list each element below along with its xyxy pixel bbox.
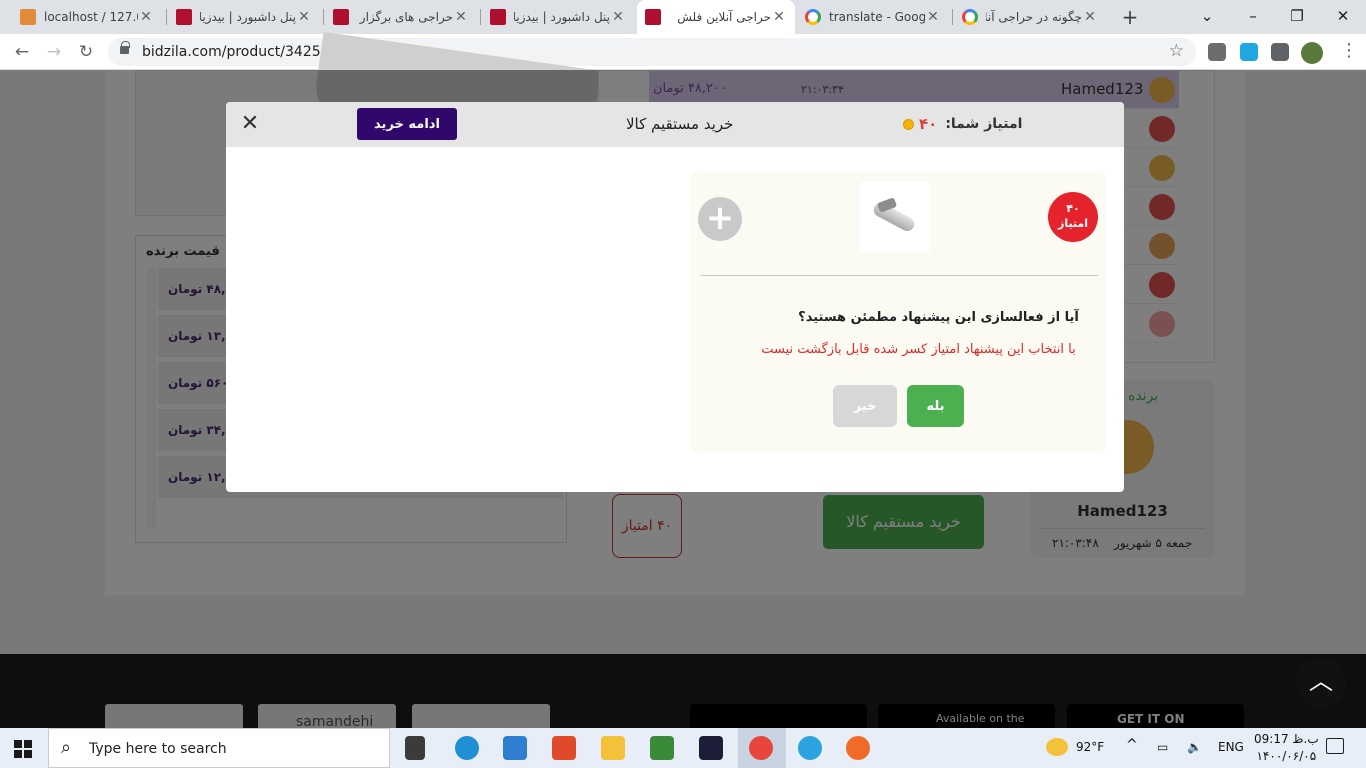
extension-icon[interactable]	[1240, 43, 1258, 61]
chevron-up-icon[interactable]: ^	[1126, 737, 1138, 753]
plus-icon[interactable]: +	[698, 197, 742, 241]
clock[interactable]: 09:17 ب.ظ ۱۴۰۰/۰۶/۰۵	[1254, 731, 1319, 765]
close-tab-icon[interactable]: ✕	[1082, 9, 1098, 25]
file-explorer-icon[interactable]	[601, 736, 625, 760]
windows-taskbar: ⌕ Type here to search 92°F ^ ▭ 🔈 ENG 09:…	[0, 728, 1366, 768]
phpstorm-icon[interactable]	[699, 736, 723, 760]
chrome-icon[interactable]	[749, 736, 773, 760]
phpmyadmin-icon	[20, 9, 36, 25]
close-tab-icon[interactable]: ✕	[138, 9, 154, 25]
yes-button[interactable]: بله	[907, 385, 964, 427]
minimize-icon[interactable]: –	[1230, 0, 1276, 34]
bidzila-icon	[490, 9, 506, 25]
telegram-icon[interactable]	[798, 736, 822, 760]
new-tab-button[interactable]: +	[1118, 5, 1142, 29]
tab-flash-auction[interactable]: حراجی آنلاین فلش ✕	[637, 0, 795, 34]
lock-icon	[120, 41, 130, 54]
modal-header: ✕ ادامه خرید خرید مستقیم کالا امتیاز شما…	[226, 102, 1124, 147]
task-view-icon[interactable]	[405, 736, 425, 760]
tab-translate[interactable]: translate - Google ✕	[797, 0, 949, 34]
modal-title: خرید مستقیم کالا	[626, 115, 734, 133]
bidzila-icon	[176, 9, 192, 25]
bidzila-icon	[333, 9, 349, 25]
address-bar[interactable]: bidzila.com/product/34259 ☆	[108, 38, 1196, 66]
warning-text: با انتخاب این پیشنهاد امتیاز کسر شده قاب…	[761, 342, 1076, 357]
windows-start-icon[interactable]	[14, 740, 32, 758]
app-icon[interactable]	[650, 736, 674, 760]
postman-icon[interactable]	[846, 736, 870, 760]
battery-icon[interactable]: ▭	[1157, 740, 1168, 754]
close-icon[interactable]: ✕	[240, 113, 260, 135]
direct-buy-modal: ✕ ادامه خرید خرید مستقیم کالا امتیاز شما…	[226, 102, 1124, 492]
offer-card: ۴۰ امتیاز + آیا از فعالسازی این پیشنهاد …	[690, 172, 1107, 452]
taskbar-search-input[interactable]: ⌕ Type here to search	[48, 728, 390, 768]
no-button[interactable]: خیر	[833, 385, 897, 427]
points-badge: ۴۰ امتیاز	[1048, 192, 1098, 242]
edge-icon[interactable]	[455, 736, 479, 760]
chrome-menu-icon[interactable]: ⋮	[1340, 40, 1358, 61]
tab-localhost[interactable]: localhost / 127.0.0 ✕	[12, 0, 162, 34]
profile-avatar[interactable]	[1301, 42, 1323, 64]
search-icon: ⌕	[61, 737, 72, 758]
back-icon[interactable]: ←	[10, 40, 34, 64]
store-icon[interactable]	[503, 736, 527, 760]
close-tab-icon[interactable]: ✕	[453, 9, 469, 25]
close-window-icon[interactable]: ✕	[1320, 0, 1366, 34]
product-thumbnail	[860, 182, 930, 252]
bookmark-star-icon[interactable]: ☆	[1169, 41, 1184, 61]
coin-icon	[903, 118, 914, 130]
extension-icon[interactable]	[1208, 43, 1226, 61]
user-score: امتیاز شما: ۴۰	[903, 115, 1022, 133]
browser-tab-strip: localhost / 127.0.0 ✕ پنل داشبورد | بیدز…	[0, 0, 1366, 34]
scroll-to-top-button[interactable]: ︿	[1296, 658, 1346, 708]
puzzle-extensions-icon[interactable]	[1271, 43, 1289, 61]
restore-icon[interactable]: ❐	[1274, 0, 1320, 34]
browser-toolbar: ← → ↻ bidzila.com/product/34259 ☆ ⋮	[0, 34, 1366, 70]
close-tab-icon[interactable]: ✕	[771, 9, 787, 25]
forward-icon[interactable]: →	[42, 40, 66, 64]
reload-icon[interactable]: ↻	[74, 40, 98, 64]
google-icon	[805, 9, 821, 25]
tab-dashboard-1[interactable]: پنل داشبورد | بیدزیلا ✕	[168, 0, 320, 34]
tab-search-icon[interactable]: ⌄	[1184, 0, 1230, 34]
close-tab-icon[interactable]: ✕	[296, 9, 312, 25]
weather-icon[interactable]	[1046, 738, 1068, 756]
volume-icon[interactable]: 🔈	[1187, 740, 1202, 754]
confirm-question: آیا از فعالسازی این پیشنهاد مطمئن هستید؟	[798, 310, 1079, 325]
continue-shopping-button[interactable]: ادامه خرید	[357, 108, 457, 140]
tab-how-to-auction[interactable]: چگونه در حراجی آنلاین ✕	[954, 0, 1106, 34]
google-icon	[962, 9, 978, 25]
close-tab-icon[interactable]: ✕	[925, 9, 941, 25]
office-icon[interactable]	[552, 736, 576, 760]
close-tab-icon[interactable]: ✕	[610, 9, 626, 25]
tab-held-auctions[interactable]: حراجی های برگزار شده ✕	[325, 0, 477, 34]
notification-icon[interactable]	[1326, 738, 1344, 754]
bidzila-icon	[645, 9, 661, 25]
tab-dashboard-2[interactable]: پنل داشبورد | بیدزیلا ✕	[482, 0, 634, 34]
